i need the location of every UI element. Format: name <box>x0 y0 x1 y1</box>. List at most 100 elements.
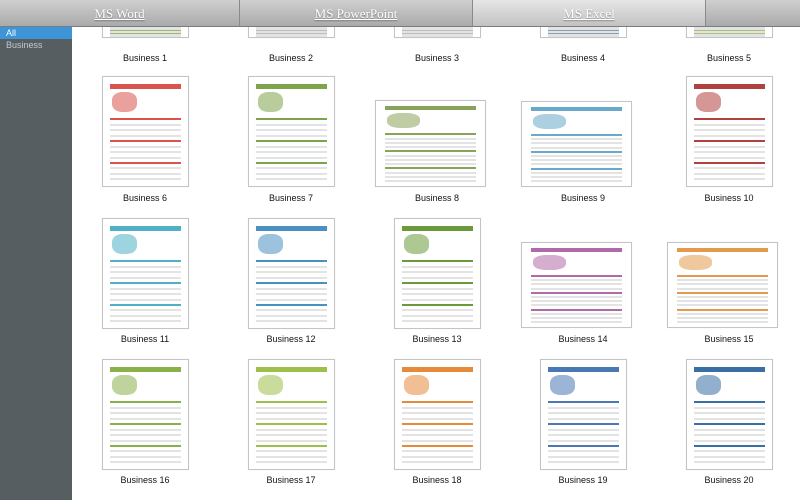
thumbnail-table-row <box>530 287 623 290</box>
thumbnail-table-row <box>255 293 328 296</box>
thumbnail-table-row <box>401 276 474 279</box>
template-thumbnail[interactable] <box>394 218 481 329</box>
thumbnail-table-row <box>109 445 182 448</box>
template-caption: Business 7 <box>268 193 314 203</box>
thumbnail-header <box>255 225 328 231</box>
thumbnail-table-row <box>676 287 769 290</box>
thumbnail-table-row <box>693 417 766 420</box>
template-thumbnail[interactable] <box>248 218 335 329</box>
thumbnail-table-row <box>547 445 620 448</box>
template-thumbnail[interactable] <box>394 359 481 470</box>
sidebar-item-business[interactable]: Business <box>0 39 72 51</box>
thumbnail-table-row <box>676 274 769 277</box>
template-thumbnail[interactable] <box>102 218 189 329</box>
thumbnail-table-row <box>676 279 769 282</box>
thumbnail-table-row <box>547 439 620 442</box>
thumbnail-table-row <box>693 172 766 175</box>
thumbnail-header <box>401 366 474 372</box>
template-thumbnail[interactable] <box>667 242 778 328</box>
tab-ms-excel[interactable]: MS Excel <box>473 0 706 26</box>
thumbnail-table-row <box>255 445 328 448</box>
template-thumbnail[interactable] <box>521 242 632 328</box>
thumbnail-table-row <box>255 412 328 415</box>
thumbnail-table-row <box>384 171 477 174</box>
tab-ms-powerpoint[interactable]: MS PowerPoint <box>240 0 473 26</box>
thumbnail-header <box>255 366 328 372</box>
thumbnail-table-row <box>255 461 328 464</box>
thumbnail-table-row <box>401 445 474 448</box>
thumbnail-table-row <box>693 434 766 437</box>
tab-ms-word[interactable]: MS Word <box>0 0 240 26</box>
thumbnail-table-row <box>530 274 623 277</box>
thumbnail-table-row <box>401 287 474 290</box>
thumbnail-table-row <box>384 175 477 178</box>
thumbnail-table-row <box>693 450 766 453</box>
thumbnail-table-row <box>401 271 474 274</box>
thumbnail-table-row <box>547 423 620 426</box>
thumbnail-table-row <box>109 271 182 274</box>
thumbnail-table-row <box>530 316 623 319</box>
template-card[interactable]: Business 17 <box>218 27 364 485</box>
template-card[interactable]: Business 19 <box>510 27 656 485</box>
thumbnail-illustration <box>257 375 283 395</box>
thumbnail-table-row <box>693 445 766 448</box>
thumbnail-table-row <box>109 293 182 296</box>
template-thumbnail[interactable] <box>102 359 189 470</box>
thumbnail-table-row <box>676 316 769 319</box>
thumbnail-table-row <box>255 314 328 317</box>
thumbnail-table-row <box>255 401 328 404</box>
sidebar-item-all[interactable]: All <box>0 27 72 39</box>
thumbnail-table-row <box>255 298 328 301</box>
thumbnail-illustration <box>695 375 721 395</box>
thumbnail-table-row <box>530 171 623 174</box>
thumbnail-table-row <box>547 450 620 453</box>
template-card[interactable]: Business 20 <box>656 27 800 485</box>
thumbnail-table-row <box>530 291 623 294</box>
thumbnail-table-row <box>676 304 769 307</box>
thumbnail-table-row <box>401 282 474 285</box>
template-tab-bar: MS Word MS PowerPoint MS Excel <box>0 0 800 27</box>
thumbnail-table-row <box>255 309 328 312</box>
thumbnail-table-row <box>693 461 766 464</box>
thumbnail-table-row <box>109 461 182 464</box>
thumbnail-table-row <box>401 265 474 268</box>
thumbnail-table-row <box>401 406 474 409</box>
template-caption: Business 19 <box>558 475 608 485</box>
thumbnail-table-row <box>401 298 474 301</box>
template-thumbnail[interactable] <box>540 359 627 470</box>
template-caption: Business 18 <box>412 475 462 485</box>
thumbnail-table-row <box>255 172 328 175</box>
thumbnail-table-row <box>530 295 623 298</box>
thumbnail-table-row <box>530 180 623 183</box>
thumbnail-table-row <box>676 291 769 294</box>
template-thumbnail[interactable] <box>686 359 773 470</box>
thumbnail-table-row <box>109 406 182 409</box>
thumbnail-table-row <box>255 455 328 458</box>
thumbnail-illustration <box>257 234 283 254</box>
thumbnail-table-row <box>109 417 182 420</box>
thumbnail-table-row <box>401 428 474 431</box>
thumbnail-table-row <box>109 401 182 404</box>
template-card[interactable]: Business 16 <box>72 27 218 485</box>
thumbnail-table-row <box>255 423 328 426</box>
template-caption: Business 14 <box>558 334 608 344</box>
template-card[interactable]: Business 18 <box>364 27 510 485</box>
thumbnail-table-row <box>676 312 769 315</box>
thumbnail-table-row <box>109 167 182 170</box>
thumbnail-table-row <box>109 172 182 175</box>
thumbnail-table-row <box>530 167 623 170</box>
thumbnail-header <box>530 248 623 253</box>
thumbnail-table-row <box>255 428 328 431</box>
thumbnail-table-row <box>109 320 182 323</box>
thumbnail-table-row <box>401 455 474 458</box>
template-thumbnail[interactable] <box>248 359 335 470</box>
template-grid: Business 1 Business 2 Business 3 Business 4… <box>72 27 800 500</box>
thumbnail-table-row <box>255 406 328 409</box>
thumbnail-table-row <box>109 260 182 263</box>
thumbnail-table-row <box>255 287 328 290</box>
template-caption: Business 15 <box>704 334 754 344</box>
thumbnail-table-row <box>255 167 328 170</box>
thumbnail-illustration <box>549 375 575 395</box>
thumbnail-illustration <box>532 254 566 270</box>
tab-empty <box>706 0 800 26</box>
